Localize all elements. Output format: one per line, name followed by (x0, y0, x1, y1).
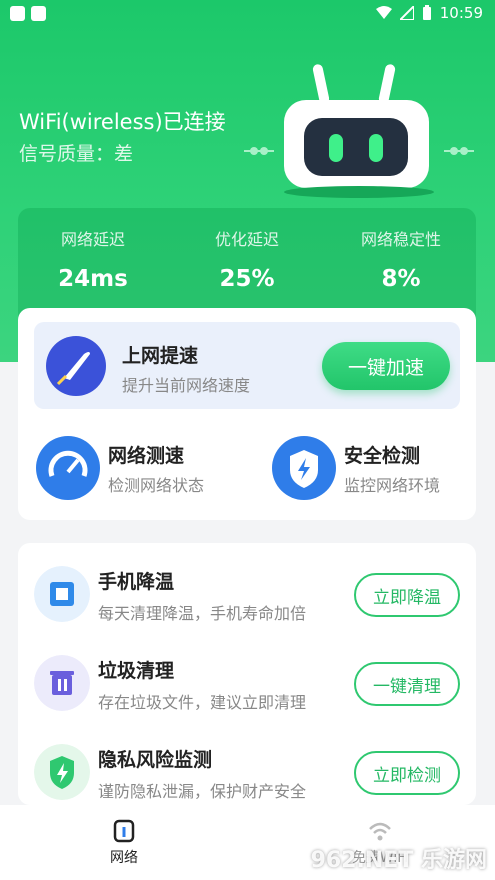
signal-quality: 信号质量：差 (19, 143, 134, 165)
row-title: 垃圾清理 (98, 660, 175, 682)
notification-icon (31, 6, 46, 21)
rocket-icon (46, 336, 106, 396)
wifi-tab-icon (369, 822, 391, 841)
cpu-icon (34, 566, 90, 622)
stat-optimized: 优化延迟 25% (172, 226, 322, 292)
stat-value: 25% (219, 266, 275, 292)
notification-icon (10, 6, 25, 21)
row-title: 手机降温 (98, 571, 175, 593)
stat-value: 8% (381, 266, 421, 292)
list-item-privacy[interactable]: 隐私风险监测 谨防隐私泄漏，保护财产安全 立即检测 (18, 733, 476, 815)
signal-icon (399, 6, 414, 20)
speed-test-item[interactable]: 网络测速 检测网络状态 (36, 433, 256, 503)
list-item-cooling[interactable]: 手机降温 每天清理降温，手机寿命加倍 立即降温 (18, 555, 476, 637)
row-subtitle: 每天清理降温，手机寿命加倍 (98, 604, 307, 623)
stat-latency: 网络延迟 24ms (18, 226, 168, 292)
trash-icon (34, 655, 90, 711)
boost-button[interactable]: 一键加速 (322, 342, 450, 390)
speedometer-icon (36, 436, 100, 500)
shield-icon (272, 436, 336, 500)
bottom-tab-bar: 网络 免费WiFi 962.NET 乐游网 (0, 805, 495, 880)
connection-status: WiFi(wireless)已连接 (19, 110, 226, 134)
boost-title: 上网提速 (122, 345, 199, 367)
network-tab-icon (113, 819, 135, 843)
watermark: 962.NET 乐游网 (310, 848, 487, 873)
shield-bolt-icon (34, 744, 90, 800)
feature-title: 安全检测 (344, 445, 421, 467)
status-time: 10:59 (439, 4, 483, 22)
clean-button[interactable]: 一键清理 (354, 662, 460, 706)
boost-subtitle: 提升当前网络速度 (122, 376, 251, 395)
robot-mascot-icon (244, 64, 474, 198)
status-bar: 10:59 (0, 0, 495, 30)
tab-label: 网络 (110, 850, 138, 866)
stat-label: 网络延迟 (60, 230, 125, 249)
main-card: 上网提速 提升当前网络速度 一键加速 网络测速 检测网络状态 安全检测 监控网络… (18, 308, 476, 520)
tools-card: 手机降温 每天清理降温，手机寿命加倍 立即降温 垃圾清理 存在垃圾文件，建议立即… (18, 543, 476, 805)
detect-button[interactable]: 立即检测 (354, 751, 460, 795)
stat-label: 优化延迟 (214, 230, 279, 249)
stat-stability: 网络稳定性 8% (326, 226, 476, 292)
feature-title: 网络测速 (108, 445, 185, 467)
stat-label: 网络稳定性 (360, 230, 441, 249)
security-check-item[interactable]: 安全检测 监控网络环境 (272, 433, 492, 503)
row-subtitle: 存在垃圾文件，建议立即清理 (98, 693, 307, 712)
tab-network[interactable]: 网络 (54, 819, 194, 867)
feature-subtitle: 检测网络状态 (108, 476, 205, 495)
feature-subtitle: 监控网络环境 (344, 476, 441, 495)
row-title: 隐私风险监测 (98, 749, 213, 771)
row-subtitle: 谨防隐私泄漏，保护财产安全 (98, 782, 307, 801)
boost-panel[interactable]: 上网提速 提升当前网络速度 一键加速 (34, 322, 460, 409)
cool-down-button[interactable]: 立即降温 (354, 573, 460, 617)
list-item-junk-clean[interactable]: 垃圾清理 存在垃圾文件，建议立即清理 一键清理 (18, 644, 476, 726)
battery-icon (422, 5, 431, 20)
wifi-icon (375, 6, 392, 19)
stat-value: 24ms (58, 266, 128, 292)
